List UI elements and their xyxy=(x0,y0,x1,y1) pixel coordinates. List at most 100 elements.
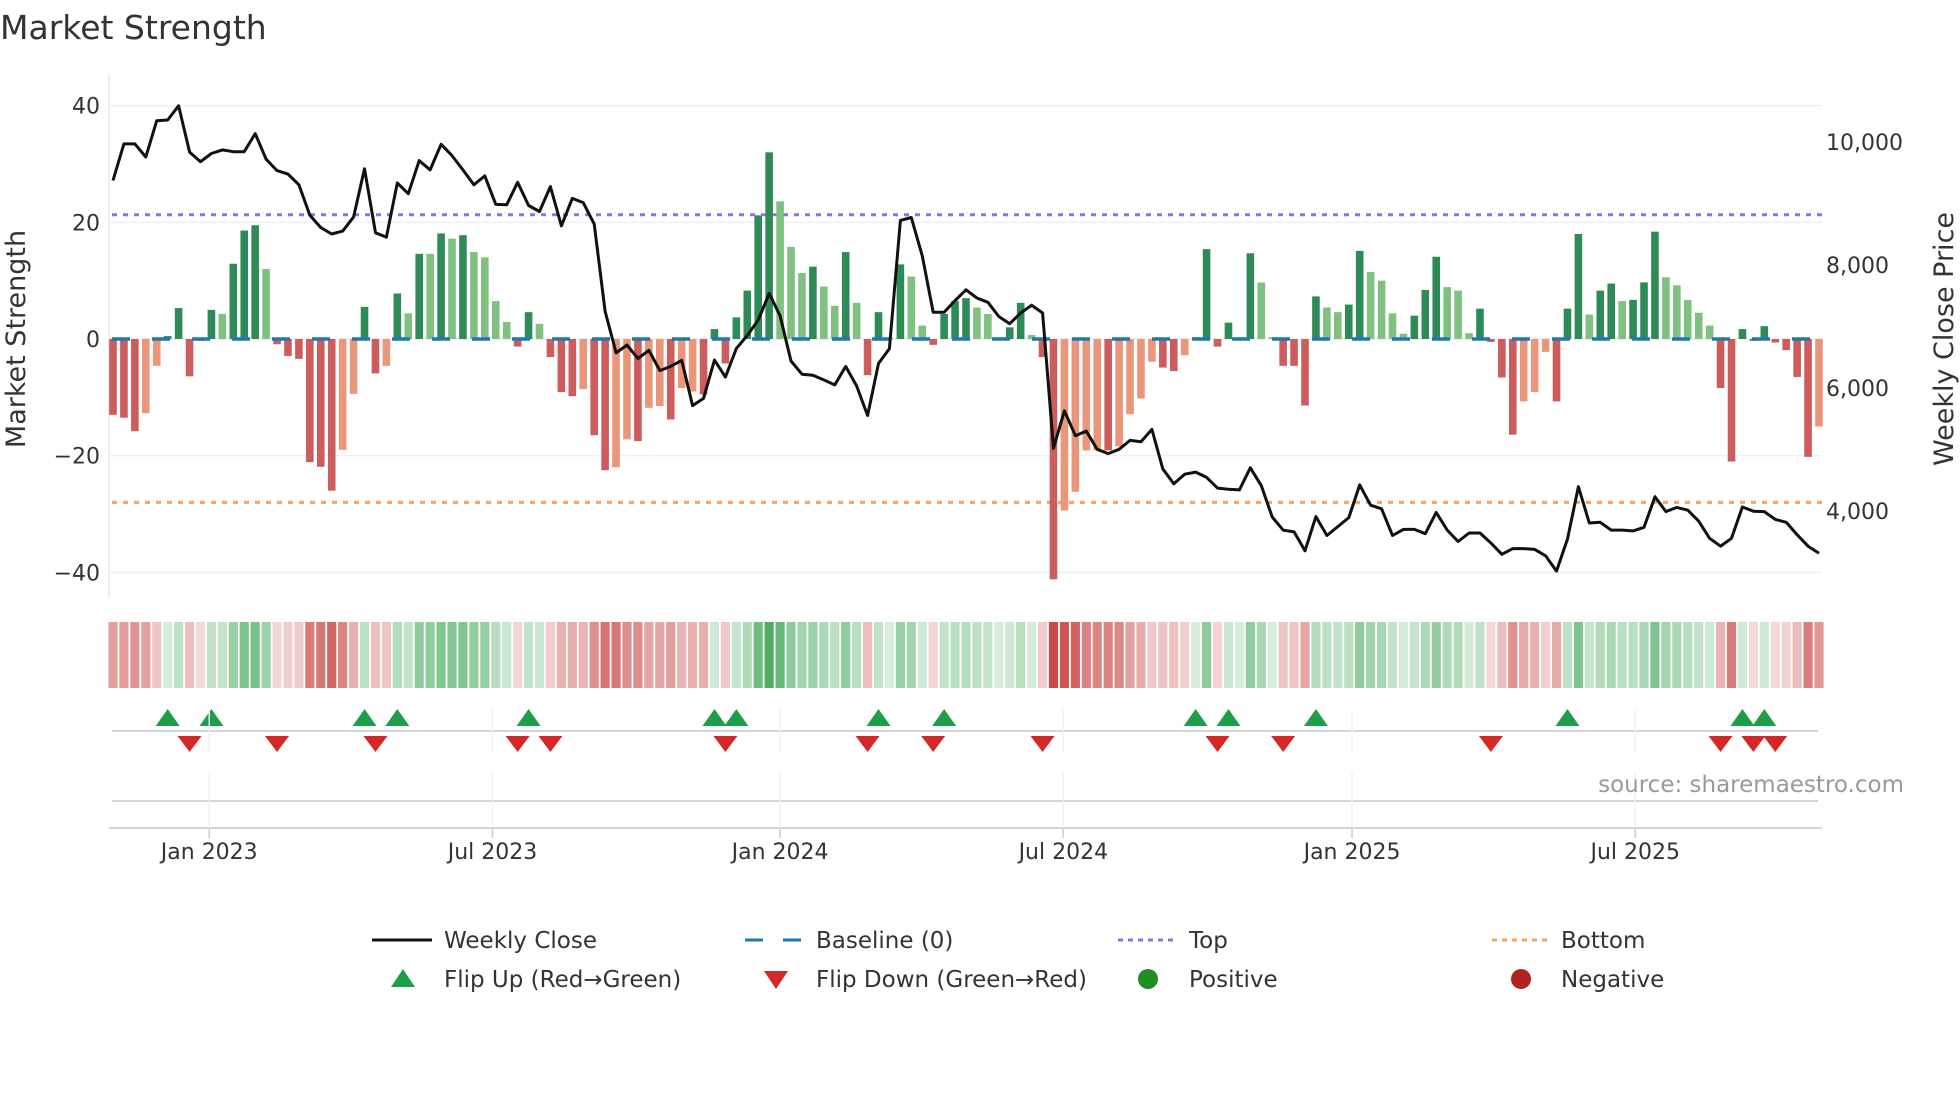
strip-cell xyxy=(611,622,621,688)
strip-cell xyxy=(950,622,960,688)
strength-bar xyxy=(229,263,238,339)
strip-cell xyxy=(906,622,916,688)
strength-bar xyxy=(721,339,730,364)
strength-bar xyxy=(1410,315,1419,339)
strength-bar xyxy=(787,246,795,339)
strip-cell xyxy=(381,622,391,688)
strength-bar xyxy=(1454,290,1462,339)
flip-up-triangle-icon xyxy=(516,709,541,726)
strip-cell xyxy=(414,622,424,688)
strip-cell xyxy=(392,622,402,688)
strip-cell xyxy=(130,622,140,688)
strip-cell xyxy=(1191,622,1201,688)
flip-up-triangle-icon xyxy=(1216,709,1241,726)
strength-bar xyxy=(830,305,839,339)
x-tick-label: Jul 2024 xyxy=(1017,840,1109,865)
strip-cell xyxy=(1420,622,1430,688)
flip-down-triangle-icon xyxy=(1763,736,1788,752)
strength-bar xyxy=(1673,285,1681,339)
strength-bar xyxy=(1629,299,1637,339)
strength-bar xyxy=(1301,339,1309,406)
strength-bar xyxy=(940,313,948,339)
strength-bar xyxy=(1202,249,1211,339)
strength-bar xyxy=(360,306,369,339)
strip-cell xyxy=(1092,622,1102,688)
y2-tick-label: 4,000 xyxy=(1826,500,1889,525)
strip-cell xyxy=(1661,622,1671,688)
strength-bar xyxy=(1574,234,1583,339)
strip-cell xyxy=(1672,622,1682,688)
flip-down-triangle-icon xyxy=(1205,736,1230,752)
strip-cell xyxy=(250,622,260,688)
strength-bar xyxy=(655,339,664,407)
strip-cell xyxy=(141,622,151,688)
flip-down-triangle-icon xyxy=(1478,736,1503,752)
strip-cell xyxy=(709,622,720,688)
strength-bar xyxy=(973,307,981,339)
strength-bar xyxy=(1334,312,1342,339)
strength-bar xyxy=(535,323,544,339)
strength-bar xyxy=(152,339,161,366)
strength-bar xyxy=(984,313,992,339)
strip-cell xyxy=(1442,622,1452,688)
strength-bar xyxy=(841,252,850,339)
strip-cell xyxy=(928,622,938,688)
strip-cell xyxy=(1005,622,1015,688)
strip-cell xyxy=(1234,622,1244,688)
strip-cell xyxy=(830,622,840,688)
strip-cell xyxy=(152,622,162,688)
strip-cell xyxy=(1409,622,1419,688)
flip-down-triangle-icon xyxy=(1030,736,1055,752)
strength-bar xyxy=(1421,290,1430,339)
strip-cell xyxy=(1180,622,1190,688)
strength-bar xyxy=(1312,296,1320,339)
y2-axis-ticks: 10,000 8,000 6,000 4,000 xyxy=(1826,131,1903,525)
strip-cell xyxy=(1584,622,1594,688)
strength-bar xyxy=(732,317,741,339)
flip-up-triangle-icon xyxy=(155,709,180,726)
strength-bar xyxy=(1366,271,1375,339)
strip-cell xyxy=(1551,622,1562,688)
flip-down-triangle-icon xyxy=(363,736,388,752)
strength-bar xyxy=(1279,339,1287,366)
strip-cell xyxy=(1147,622,1157,688)
strip-cell xyxy=(1289,622,1299,688)
flip-up-triangle-icon xyxy=(702,709,727,726)
strength-bar xyxy=(962,298,970,339)
strength-bar xyxy=(1476,308,1484,339)
strip-cell xyxy=(513,622,523,688)
strip-cell xyxy=(1059,622,1070,688)
strength-bar xyxy=(1760,326,1769,339)
strip-cell xyxy=(1344,622,1354,688)
strength-bar xyxy=(809,266,817,339)
flip-down-triangle-icon xyxy=(713,736,738,752)
strip-cell xyxy=(567,622,577,688)
strength-bar xyxy=(295,339,303,359)
strip-cell xyxy=(1037,622,1048,688)
y-axis-title: Market Strength xyxy=(1,230,32,448)
strip-cell xyxy=(338,622,348,688)
strip-cell xyxy=(184,622,195,688)
strip-cell xyxy=(972,622,982,688)
strength-bar xyxy=(1563,308,1572,339)
strip-cell xyxy=(283,622,293,688)
strength-bar xyxy=(502,322,511,339)
strip-cell xyxy=(1694,622,1704,688)
flip-down-triangle-icon xyxy=(1271,736,1296,752)
circle-negative-icon xyxy=(1511,969,1531,989)
strength-bar xyxy=(142,339,150,414)
strip-cell xyxy=(1311,622,1321,688)
strip-cell xyxy=(698,622,709,688)
strength-bar xyxy=(284,339,292,356)
strength-bar xyxy=(1727,339,1736,462)
legend-label: Flip Down (Green→Red) xyxy=(816,967,1087,993)
strip-cell xyxy=(1278,622,1288,688)
strength-bar xyxy=(1224,322,1233,339)
strip-cell xyxy=(534,622,545,688)
strip-cell xyxy=(852,622,862,688)
strength-bar xyxy=(1651,231,1659,339)
y-tick-label: 40 xyxy=(72,95,100,120)
strength-bar xyxy=(1716,339,1725,388)
strength-bars xyxy=(109,152,1823,580)
strip-cell xyxy=(1497,622,1507,688)
